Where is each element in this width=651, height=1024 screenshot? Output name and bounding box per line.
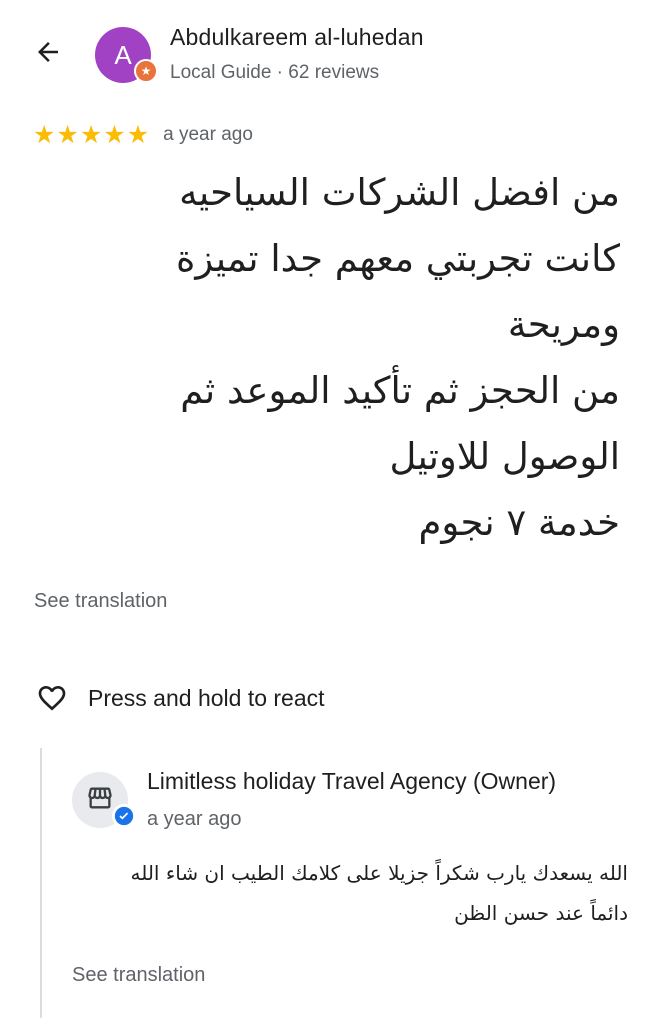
see-translation-link[interactable]: See translation: [72, 964, 205, 987]
review-text: من افضل الشركات السياحيه كانت تجربتي معه…: [30, 160, 620, 556]
review-text-line: من الحجز ثم تأكيد الموعد ثم: [180, 369, 620, 412]
react-button[interactable]: Press and hold to react: [34, 680, 325, 716]
star-icon: ★: [103, 120, 126, 149]
review-text-line: الوصول للاوتيل: [389, 435, 620, 478]
review-header: A ★ Abdulkareem al-luhedan Local Guide ·…: [0, 0, 651, 120]
owner-name[interactable]: Limitless holiday Travel Agency (Owner): [147, 768, 556, 795]
review-text-line: ومريحة: [507, 303, 620, 346]
react-label: Press and hold to react: [88, 684, 325, 711]
avatar-letter: A: [114, 39, 132, 70]
owner-reply-text: الله يسعدك يارب شكراً جزيلا على كلامك ال…: [78, 853, 628, 933]
reply-text-line: دائماً عند حسن الظن: [454, 901, 628, 925]
heart-outline-icon: [34, 680, 70, 716]
star-icon: ★: [56, 120, 79, 149]
reply-text-line: الله يسعدك يارب شكراً جزيلا على كلامك ال…: [130, 861, 628, 885]
see-translation-link[interactable]: See translation: [34, 590, 167, 613]
arrow-back-icon: [33, 37, 63, 72]
local-guide-star-icon: ★: [134, 59, 158, 83]
star-icon: ★: [33, 120, 56, 149]
storefront-icon: [86, 784, 114, 817]
reviewer-meta: Local Guide · 62 reviews: [170, 62, 380, 83]
rating-row: ★ ★ ★ ★ ★ a year ago: [33, 120, 253, 150]
verified-check-icon: [112, 804, 136, 828]
star-icon: ★: [126, 120, 150, 149]
owner-reply: Limitless holiday Travel Agency (Owner) …: [40, 748, 651, 1018]
reviewer-name[interactable]: Abdulkareem al-luhedan: [170, 24, 424, 51]
owner-reply-date: a year ago: [147, 808, 242, 830]
review-text-line: من افضل الشركات السياحيه: [179, 171, 620, 214]
star-icon: ★: [79, 120, 103, 149]
review-text-line: كانت تجربتي معهم جدا تميزة: [175, 237, 620, 280]
star-rating: ★ ★ ★ ★ ★: [33, 120, 150, 149]
review-text-line: خدمة ٧ نجوم: [418, 501, 620, 544]
back-button[interactable]: [28, 34, 68, 74]
review-date: a year ago: [163, 124, 253, 145]
